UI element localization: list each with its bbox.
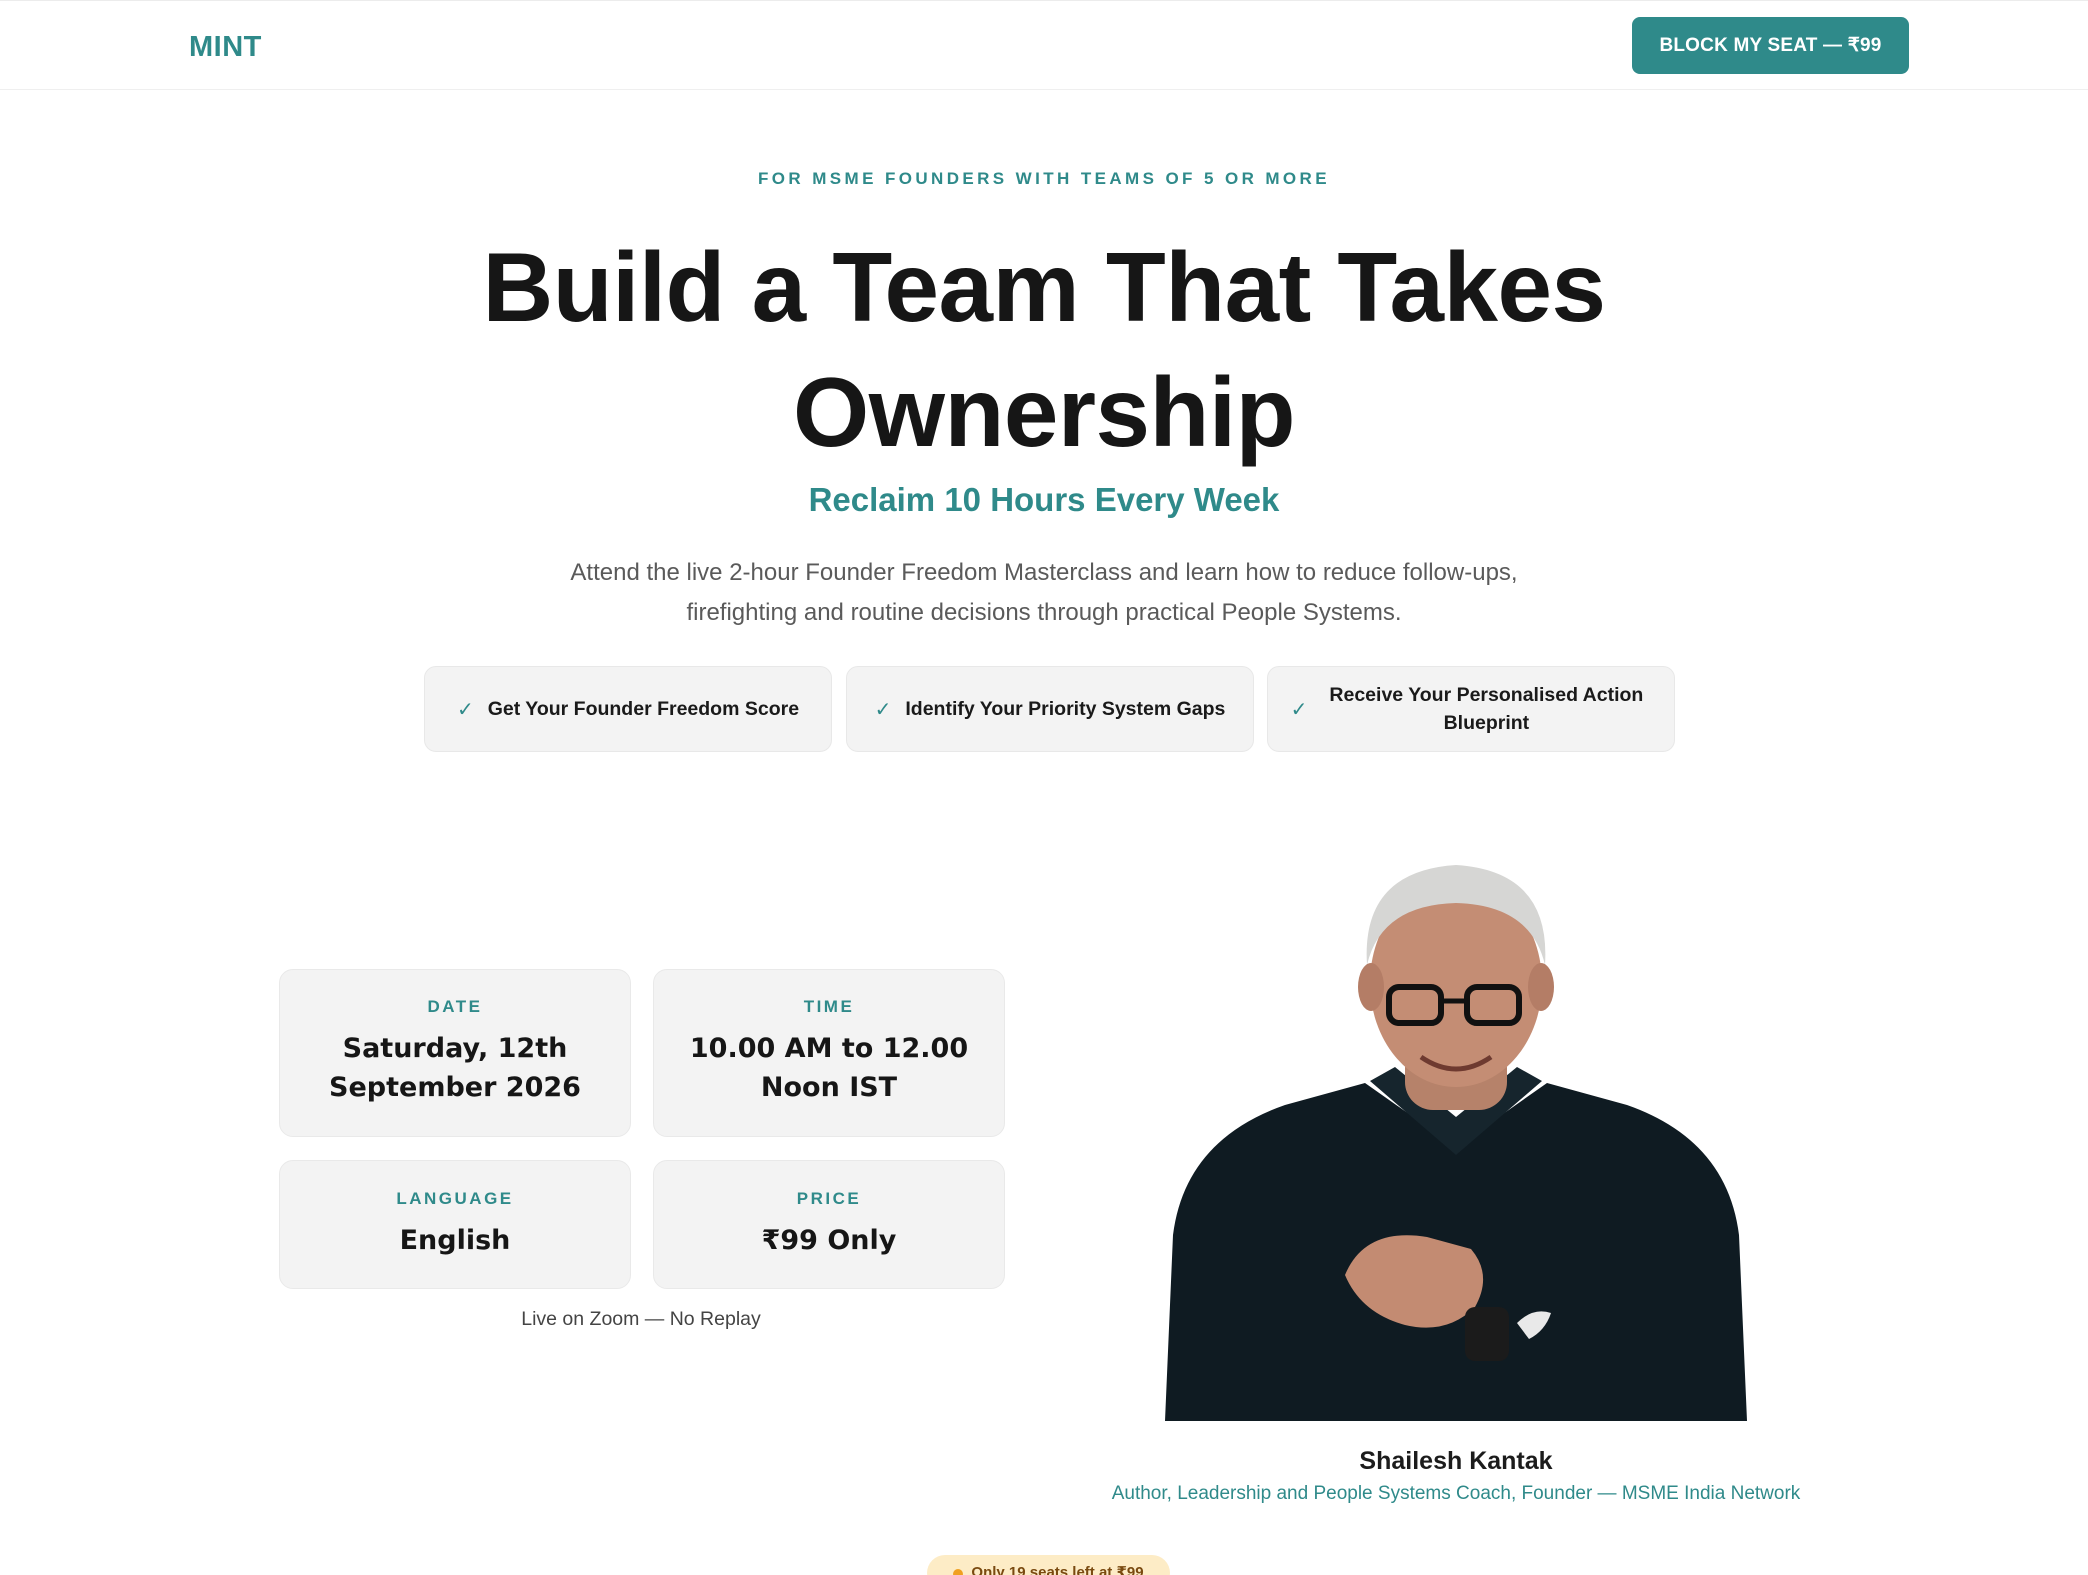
top-navbar: MINT BLOCK MY SEAT — ₹99: [0, 0, 2088, 90]
price-caption: PRICE: [796, 1189, 862, 1208]
time-card: TIME 10.00 AM to 12.00 Noon IST: [653, 969, 1005, 1137]
check-icon: ✓: [1290, 698, 1308, 721]
time-caption: TIME: [803, 997, 855, 1016]
speaker-photo: [1165, 855, 1747, 1421]
check-icon: ✓: [874, 698, 892, 721]
benefit-chip-action-blueprint: ✓ Receive Your Personalised Action Bluep…: [1267, 666, 1675, 752]
audience-eyebrow: FOR MSME FOUNDERS WITH TEAMS OF 5 OR MOR…: [758, 169, 1330, 188]
date-line-1: Saturday, 12th: [342, 1033, 568, 1064]
seats-left-badge: Only 19 seats left at ₹99: [927, 1555, 1170, 1575]
language-value: English: [399, 1225, 511, 1256]
brand-logo[interactable]: MINT: [189, 31, 262, 64]
benefit-label: Get Your Founder Freedom Score: [487, 698, 800, 720]
price-card: PRICE ₹99 Only: [653, 1160, 1005, 1289]
speaker-role: Author, Leadership and People Systems Co…: [1111, 1483, 1801, 1504]
check-icon: ✓: [456, 698, 474, 721]
date-card: DATE Saturday, 12th September 2026: [279, 969, 631, 1137]
benefit-chip-freedom-score: ✓ Get Your Founder Freedom Score: [424, 666, 832, 752]
block-seat-button[interactable]: BLOCK MY SEAT — ₹99: [1632, 17, 1909, 74]
date-caption: DATE: [427, 997, 483, 1016]
seats-left-text: Only 19 seats left at ₹99: [971, 1564, 1144, 1575]
description-line-1: Attend the live 2-hour Founder Freedom M…: [570, 559, 1518, 586]
price-value: ₹99 Only: [761, 1225, 897, 1256]
speaker-name: Shailesh Kantak: [1359, 1447, 1553, 1475]
language-card: LANGUAGE English: [279, 1160, 631, 1289]
hero-description: Attend the live 2-hour Founder Freedom M…: [524, 553, 1564, 633]
headline-line-2: Ownership: [793, 357, 1295, 467]
benefit-label: Receive Your Personalised Action Bluepri…: [1329, 684, 1644, 734]
time-value: 10.00 AM to 12.00 Noon IST: [654, 1029, 1004, 1107]
hero-headline: Build a Team That Takes Ownership: [0, 225, 2088, 475]
time-line-1: 10.00 AM to 12.00: [689, 1033, 969, 1064]
headline-line-1: Build a Team That Takes: [482, 232, 1606, 342]
time-line-2: Noon IST: [760, 1072, 898, 1103]
date-value: Saturday, 12th September 2026: [280, 1029, 630, 1107]
benefit-label: Identify Your Priority System Gaps: [905, 698, 1226, 720]
description-line-2: firefighting and routine decisions throu…: [686, 599, 1402, 626]
status-dot-icon: [953, 1569, 964, 1575]
live-zoom-note: Live on Zoom — No Replay: [521, 1308, 761, 1330]
benefit-chip-system-gaps: ✓ Identify Your Priority System Gaps: [846, 666, 1254, 752]
date-line-2: September 2026: [329, 1072, 581, 1103]
hero-subheadline: Reclaim 10 Hours Every Week: [808, 481, 1280, 518]
language-caption: LANGUAGE: [396, 1189, 514, 1208]
